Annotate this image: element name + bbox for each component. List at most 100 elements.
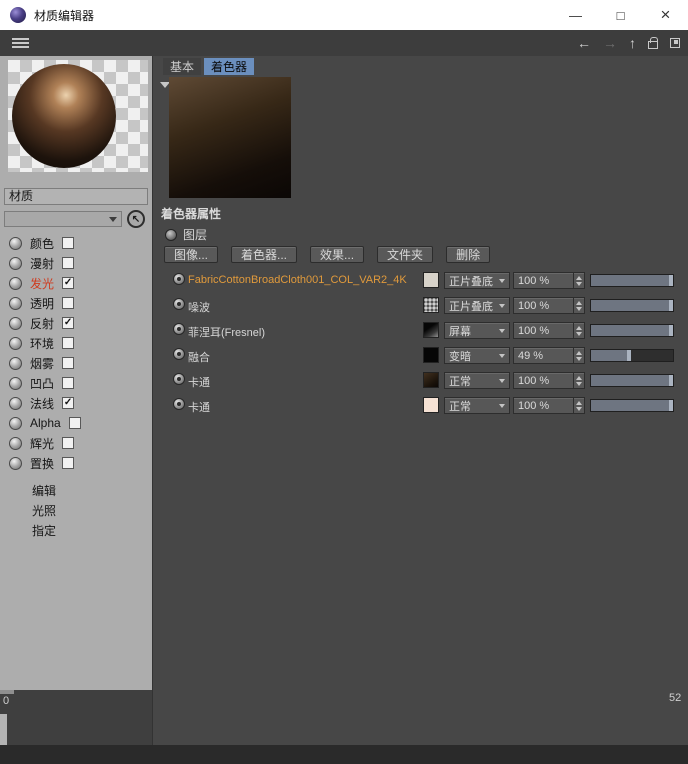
material-picker-icon[interactable]: ↖ xyxy=(127,210,145,228)
channel-checkbox[interactable]: ✓ xyxy=(62,397,75,409)
layer-name[interactable]: 噪波 xyxy=(188,299,210,315)
channel-label[interactable]: 漫射 xyxy=(30,255,54,272)
layer-name[interactable]: 菲涅耳(Fresnel) xyxy=(188,324,265,340)
image-button[interactable]: 图像... xyxy=(164,246,219,263)
menu-icon[interactable] xyxy=(12,37,29,49)
blend-mode-dropdown[interactable]: 正常 xyxy=(444,372,510,389)
layer-thumbnail[interactable] xyxy=(423,322,439,338)
opacity-spinner[interactable]: 100 % xyxy=(513,322,585,339)
opacity-slider[interactable] xyxy=(590,374,674,387)
material-name-field[interactable]: 材质 xyxy=(4,188,148,205)
opacity-spinner[interactable]: 100 % xyxy=(513,397,585,414)
channel-checkbox[interactable] xyxy=(62,457,75,469)
layer-visibility-icon[interactable] xyxy=(173,348,185,360)
channel-label[interactable]: 凹凸 xyxy=(30,375,54,392)
channel-checkbox[interactable]: ✓ xyxy=(62,317,75,329)
opacity-spinner[interactable]: 49 % xyxy=(513,347,585,364)
folder-button[interactable]: 文件夹 xyxy=(377,246,434,263)
channel-checkbox[interactable] xyxy=(62,337,75,349)
blend-mode-dropdown[interactable]: 变暗 xyxy=(444,347,510,364)
titlebar: 材质编辑器 — □ × xyxy=(0,0,688,30)
shader-texture-preview[interactable] xyxy=(169,77,291,198)
channel-label[interactable]: 置换 xyxy=(30,455,54,472)
layer-name[interactable]: 卡通 xyxy=(188,399,210,415)
layer-thumbnail[interactable] xyxy=(423,397,439,413)
channel-label[interactable]: 颜色 xyxy=(30,235,54,252)
shader-button[interactable]: 着色器... xyxy=(231,246,298,263)
blend-mode-dropdown[interactable]: 正片叠底 xyxy=(444,272,510,289)
opacity-slider[interactable] xyxy=(590,399,674,412)
channel-label[interactable]: 辉光 xyxy=(30,435,54,452)
layer-visibility-icon[interactable] xyxy=(173,298,185,310)
blend-mode-dropdown[interactable]: 屏幕 xyxy=(444,322,510,339)
blend-mode-dropdown[interactable]: 正片叠底 xyxy=(444,297,510,314)
lock-icon[interactable] xyxy=(648,37,658,49)
channel-sphere-icon xyxy=(9,296,22,310)
layer-name[interactable]: 卡通 xyxy=(188,374,210,390)
spinner-arrows-icon[interactable] xyxy=(573,323,584,338)
layer-name[interactable]: 融合 xyxy=(188,349,210,365)
opacity-spinner[interactable]: 100 % xyxy=(513,297,585,314)
opacity-slider[interactable] xyxy=(590,274,674,287)
chevron-down-icon xyxy=(499,403,505,408)
channel-checkbox[interactable] xyxy=(62,237,75,249)
channel-label[interactable]: Alpha xyxy=(30,416,61,430)
material-preview[interactable] xyxy=(8,60,148,172)
channel-label[interactable]: 环境 xyxy=(30,335,54,352)
channel-checkbox[interactable]: ✓ xyxy=(62,277,75,289)
app-icon xyxy=(10,7,26,23)
opacity-slider[interactable] xyxy=(590,349,674,362)
spinner-arrows-icon[interactable] xyxy=(573,273,584,288)
channel-checkbox[interactable] xyxy=(62,377,75,389)
minimize-button[interactable]: — xyxy=(553,0,598,30)
opacity-spinner[interactable]: 100 % xyxy=(513,372,585,389)
layer-visibility-icon[interactable] xyxy=(173,323,185,335)
back-icon[interactable]: ← xyxy=(577,30,591,56)
spinner-arrows-icon[interactable] xyxy=(573,348,584,363)
opacity-slider[interactable] xyxy=(590,299,674,312)
channel-checkbox[interactable] xyxy=(62,297,75,309)
maximize-button[interactable]: □ xyxy=(598,0,643,30)
channel-label[interactable]: 发光 xyxy=(30,275,54,292)
illumination-section-item[interactable]: 光照 xyxy=(0,501,152,521)
opacity-slider[interactable] xyxy=(590,324,674,337)
popout-icon[interactable] xyxy=(670,38,680,48)
close-button[interactable]: × xyxy=(643,0,688,30)
layer-thumbnail[interactable] xyxy=(423,347,439,363)
layer-thumbnail[interactable] xyxy=(423,372,439,388)
spinner-arrows-icon[interactable] xyxy=(573,398,584,413)
channel-checkbox[interactable] xyxy=(62,257,75,269)
channel-checkbox[interactable] xyxy=(62,437,75,449)
edit-section-item[interactable]: 编辑 xyxy=(0,481,152,501)
blend-mode-dropdown[interactable]: 正常 xyxy=(444,397,510,414)
spinner-arrows-icon[interactable] xyxy=(573,373,584,388)
opacity-spinner[interactable]: 100 % xyxy=(513,272,585,289)
layer-type-label[interactable]: 图层 xyxy=(183,226,207,243)
layer-visibility-icon[interactable] xyxy=(173,373,185,385)
effect-button[interactable]: 效果... xyxy=(310,246,365,263)
up-icon[interactable]: ↑ xyxy=(629,30,636,56)
channel-row: 置换 xyxy=(0,453,152,473)
frame-number-left: 0 xyxy=(3,695,10,707)
channel-label[interactable]: 透明 xyxy=(30,295,54,312)
layer-name[interactable]: FabricCottonBroadCloth001_COL_VAR2_4K xyxy=(188,274,407,286)
spinner-arrows-icon[interactable] xyxy=(573,298,584,313)
blend-mode-value: 正片叠底 xyxy=(449,275,493,288)
delete-button[interactable]: 删除 xyxy=(446,246,491,263)
channel-label[interactable]: 反射 xyxy=(30,315,54,332)
tab-shader[interactable]: 着色器 xyxy=(204,58,255,75)
layer-thumbnail[interactable] xyxy=(423,297,439,313)
layer-visibility-icon[interactable] xyxy=(173,273,185,285)
layer-row: 卡通 正常 100 % xyxy=(153,368,688,393)
layer-thumbnail[interactable] xyxy=(423,272,439,288)
material-select-dropdown[interactable] xyxy=(4,211,122,227)
assign-section-item[interactable]: 指定 xyxy=(0,521,152,541)
channel-checkbox[interactable] xyxy=(68,417,81,429)
window-title: 材质编辑器 xyxy=(34,8,95,23)
forward-icon[interactable]: → xyxy=(603,30,617,56)
channel-label[interactable]: 法线 xyxy=(30,395,54,412)
layer-visibility-icon[interactable] xyxy=(173,398,185,410)
tab-basic[interactable]: 基本 xyxy=(163,58,202,75)
channel-label[interactable]: 烟雾 xyxy=(30,355,54,372)
channel-checkbox[interactable] xyxy=(62,357,75,369)
